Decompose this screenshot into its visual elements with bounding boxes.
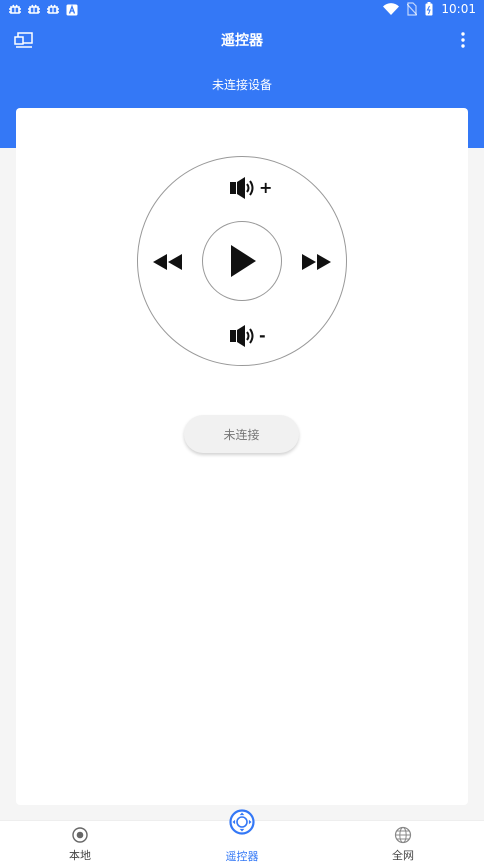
bug-icon bbox=[28, 4, 40, 14]
nav-item-remote[interactable]: 遥控器 bbox=[202, 809, 282, 862]
bug-icon bbox=[9, 4, 21, 14]
nav-item-global[interactable]: 全网 bbox=[363, 821, 443, 862]
font-a-icon bbox=[66, 4, 78, 16]
no-sim-icon bbox=[407, 2, 418, 16]
nav-label-global: 全网 bbox=[392, 849, 414, 862]
remote-dpad-icon bbox=[229, 809, 255, 835]
page-title: 遥控器 bbox=[221, 33, 263, 49]
play-icon bbox=[231, 245, 256, 277]
radio-target-icon bbox=[72, 827, 88, 843]
connect-button[interactable]: 未连接 bbox=[184, 415, 299, 453]
nav-item-local[interactable]: 本地 bbox=[40, 821, 120, 862]
globe-icon bbox=[394, 826, 412, 844]
volume-up-icon: + bbox=[230, 177, 272, 199]
wifi-icon bbox=[383, 3, 400, 15]
fast-forward-button[interactable] bbox=[300, 251, 332, 273]
remote-dial: + - bbox=[137, 156, 347, 366]
volume-down-button[interactable]: - bbox=[228, 325, 268, 347]
app-bar: 遥控器 bbox=[0, 22, 484, 58]
status-bar: 10:01 bbox=[0, 0, 484, 22]
volume-up-symbol: + bbox=[259, 178, 272, 197]
play-button[interactable] bbox=[202, 221, 282, 301]
fast-forward-icon bbox=[302, 254, 331, 270]
nav-label-remote: 遥控器 bbox=[225, 850, 259, 862]
volume-down-icon: - bbox=[230, 325, 266, 347]
connection-status: 未连接设备 bbox=[211, 78, 272, 92]
nav-label-local: 本地 bbox=[69, 849, 91, 862]
system-icons: 10:01 bbox=[383, 2, 476, 16]
bug-icon bbox=[47, 4, 59, 14]
status-time: 10:01 bbox=[441, 2, 476, 16]
rewind-icon bbox=[153, 254, 182, 270]
volume-up-button[interactable]: + bbox=[228, 177, 274, 199]
battery-icon bbox=[425, 2, 433, 16]
volume-down-symbol: - bbox=[259, 326, 266, 345]
more-vert-icon[interactable] bbox=[460, 31, 466, 49]
notification-icons bbox=[8, 3, 79, 17]
bottom-nav: 本地 遥控器 全网 bbox=[0, 809, 484, 862]
rewind-button[interactable] bbox=[152, 251, 184, 273]
